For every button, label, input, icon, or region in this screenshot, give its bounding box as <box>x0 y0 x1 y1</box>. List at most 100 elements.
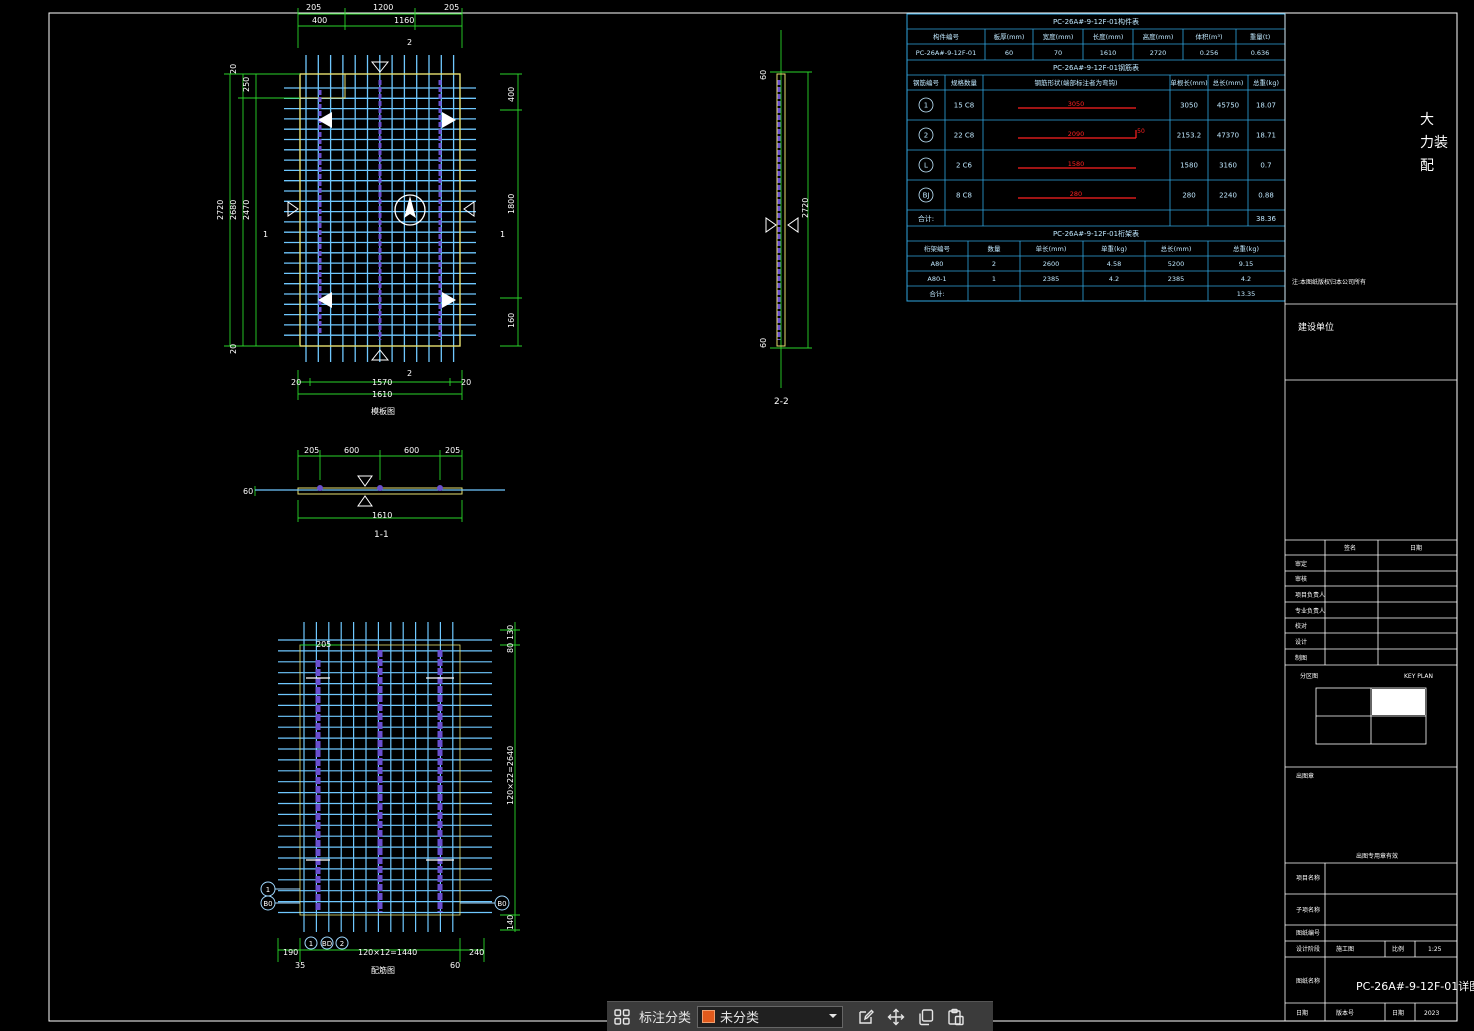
table-cell: 4.58 <box>1107 260 1121 268</box>
table-cell: 1 <box>992 275 996 283</box>
section-mark: 2 <box>407 369 412 378</box>
dim-label: 205 <box>445 446 460 455</box>
dim-label: 1610 <box>372 390 392 399</box>
table-cell: 2 <box>992 260 996 268</box>
dim-label: 1160 <box>394 16 414 25</box>
table-header: 总长(mm) <box>1213 78 1244 87</box>
scale-value: 1:25 <box>1428 946 1442 953</box>
table-header: 总重(kg) <box>1233 244 1259 253</box>
dim-label: 20 <box>229 344 238 354</box>
rebar-length: 1580 <box>1180 162 1198 170</box>
table-header: 钢筋形状(端部标注者为弯钩) <box>1034 78 1117 87</box>
dim-label: 2680 <box>229 200 238 220</box>
dim-label: 60 <box>759 338 768 348</box>
table-header: 构件编号 <box>933 32 960 41</box>
table-cell: 0.636 <box>1251 49 1270 57</box>
direction-mark-icon <box>287 201 299 217</box>
direction-mark-icon <box>463 201 475 217</box>
drawing-no-label: 图纸编号 <box>1296 929 1320 937</box>
copy-icon[interactable] <box>911 1002 941 1031</box>
keyplan-label: 分区图 <box>1300 672 1318 680</box>
rebar-shape-label: 1580 <box>1068 160 1085 168</box>
table-header: 数量 <box>988 244 1002 253</box>
grid-icon[interactable] <box>607 1002 637 1031</box>
view-title: 2-2 <box>774 397 789 407</box>
dim-label: 60 <box>759 70 768 80</box>
view-title: 1-1 <box>374 530 389 540</box>
rebar-tag-label: BD <box>322 940 332 948</box>
table-header: 体积(m³) <box>1195 32 1222 41</box>
table-cell: 4.2 <box>1241 275 1251 283</box>
rebar-weight: 0.88 <box>1258 192 1274 200</box>
paste-icon[interactable] <box>941 1002 971 1031</box>
rebar-weight: 18.71 <box>1256 132 1276 140</box>
table-header: 单重(kg) <box>1101 244 1127 253</box>
dim-label: 205 <box>304 446 319 455</box>
rebar-length: 2153.2 <box>1177 132 1202 140</box>
dim-label: 80 <box>506 643 515 653</box>
rebar-id: L <box>924 162 928 170</box>
dim-label: 20 <box>229 64 238 74</box>
date-row-label: 日期 <box>1296 1009 1308 1017</box>
dim-label: 60 <box>450 961 460 970</box>
rebar-spec: 15 C8 <box>954 102 974 110</box>
rebar-total: 3160 <box>1219 162 1237 170</box>
direction-mark-icon <box>787 217 799 233</box>
table-cell: 0.256 <box>1200 49 1219 57</box>
dim-label: 205 <box>444 3 459 12</box>
sig-role: 审定 <box>1295 560 1307 568</box>
edit-icon[interactable] <box>851 1002 881 1031</box>
rebar-view: 1 B0 1 BD 2 B0 205 130 80 120×22=2640 14… <box>260 622 520 975</box>
table-header: 桁架编号 <box>924 244 951 253</box>
dim-label: 2470 <box>242 200 251 220</box>
move-icon[interactable] <box>881 1002 911 1031</box>
sig-role: 审核 <box>1295 575 1307 583</box>
dim-label: 2720 <box>801 198 810 218</box>
table-title: PC-26A#-9-12F-01钢筋表 <box>1053 63 1139 72</box>
rebar-tag-label: B0 <box>263 900 272 908</box>
drawing-canvas[interactable]: 205 1200 205 400 1160 2 2 1 1 20 1570 20… <box>0 0 1474 1030</box>
project-label: 项目名称 <box>1296 874 1320 882</box>
table-header: 宽度(mm) <box>1043 32 1074 41</box>
section-mark: 1 <box>500 230 505 239</box>
table-total-label: 合计: <box>918 214 934 223</box>
dim-label: 1200 <box>373 3 393 12</box>
sig-header: 签名 <box>1344 544 1356 552</box>
dim-label: 120×22=2640 <box>506 746 515 805</box>
category-dropdown[interactable]: 未分类 <box>697 1005 844 1028</box>
section-mark: 1 <box>263 230 268 239</box>
view-title: 模板图 <box>371 406 395 416</box>
table-cell: 2720 <box>1150 49 1167 57</box>
side-title: 大 <box>1420 112 1434 128</box>
rebar-tag-label: B0 <box>497 900 506 908</box>
direction-mark-icon <box>357 475 373 487</box>
chevron-down-icon <box>828 1009 838 1024</box>
key-plan-highlight <box>1372 689 1425 715</box>
table-header: 重量(t) <box>1250 33 1271 41</box>
section-1-1: 205 600 600 205 1610 60 1-1 <box>243 446 505 540</box>
dim-label: 2720 <box>216 200 225 220</box>
sig-role: 设计 <box>1295 638 1307 646</box>
table-cell: 9.15 <box>1239 260 1253 268</box>
lifting-point-icons <box>318 112 456 308</box>
dim-label: 205 <box>306 3 321 12</box>
note-text: 注:本图纸版权归本公司所有 <box>1292 278 1366 286</box>
rebar-total: 47370 <box>1217 132 1239 140</box>
direction-mark-icon <box>765 217 777 233</box>
rebar-id: 1 <box>924 102 928 110</box>
rebar-total: 45750 <box>1217 102 1239 110</box>
dim-label: 35 <box>295 961 305 970</box>
sig-header: 日期 <box>1410 544 1422 552</box>
keyplan-label: KEY PLAN <box>1404 673 1433 680</box>
rebar-weight: 18.07 <box>1256 102 1276 110</box>
table-cell: 2385 <box>1168 275 1185 283</box>
dim-label: 1570 <box>372 378 392 387</box>
table-cell: 70 <box>1054 49 1062 57</box>
seal-label: 出图章 <box>1296 772 1314 780</box>
dim-label: 250 <box>242 77 251 92</box>
table-header: 总重(kg) <box>1253 78 1279 87</box>
phase-value: 施工图 <box>1336 945 1354 953</box>
version-label: 版本号 <box>1336 1009 1354 1017</box>
sig-role: 项目负责人 <box>1295 591 1325 599</box>
table-header: 单长(mm) <box>1036 244 1067 253</box>
